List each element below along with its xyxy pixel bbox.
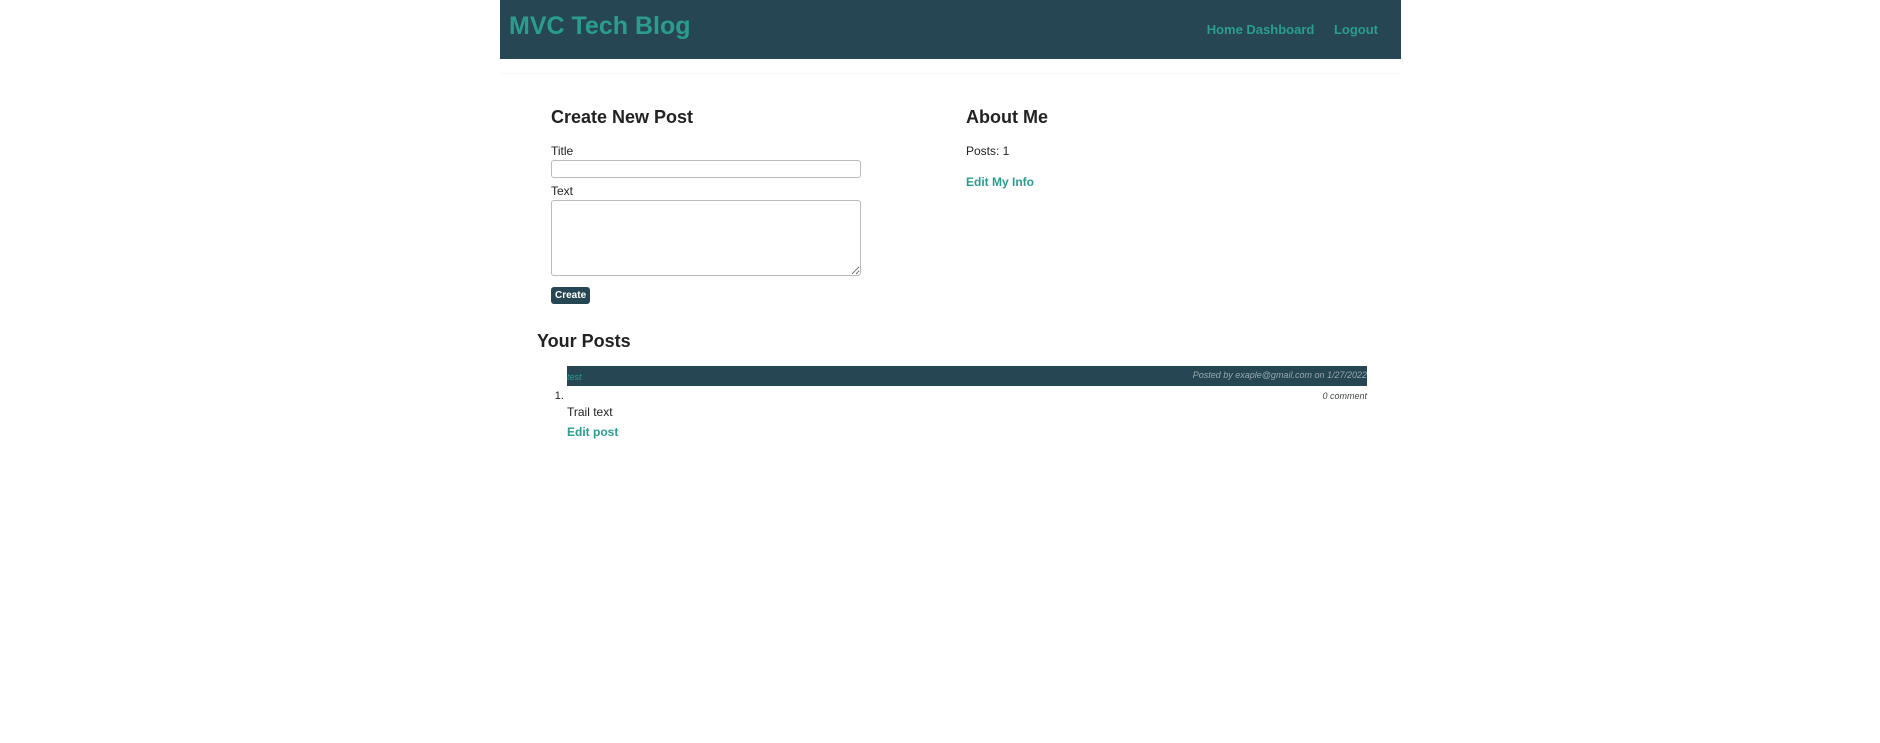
posts-list: test Posted by exaple@gmail.com on 1/27/…	[537, 366, 1367, 439]
site-title-link[interactable]: MVC Tech Blog	[509, 14, 690, 39]
create-button[interactable]: Create	[551, 287, 591, 304]
post-item: test Posted by exaple@gmail.com on 1/27/…	[567, 366, 1367, 439]
your-posts-heading: Your Posts	[537, 331, 631, 351]
about-me-heading: About Me	[966, 107, 1048, 127]
divider	[500, 73, 1401, 74]
post-body: Trail text	[567, 405, 613, 419]
top-navbar: MVC Tech Blog Home Dashboard Logout	[500, 0, 1401, 59]
post-comment-count: 0 comment	[1322, 391, 1367, 401]
logout-link[interactable]: Logout	[1334, 22, 1378, 37]
edit-my-info-link[interactable]: Edit My Info	[966, 175, 1034, 189]
about-me-panel: About Me Posts: 1 Edit My Info	[966, 107, 1266, 191]
title-input[interactable]	[551, 160, 861, 178]
post-title-link[interactable]: test	[567, 372, 582, 382]
page-container: MVC Tech Blog Home Dashboard Logout Crea…	[500, 0, 1401, 439]
nav-links: Home Dashboard Logout	[1191, 22, 1378, 37]
create-post-heading: Create New Post	[551, 107, 694, 127]
post-meta: Posted by exaple@gmail.com on 1/27/2022	[1192, 370, 1367, 380]
home-dashboard-link[interactable]: Home Dashboard	[1207, 22, 1315, 37]
title-label: Title	[551, 144, 574, 158]
your-posts-section: Your Posts test Posted by exaple@gmail.c…	[537, 331, 1367, 439]
edit-post-link[interactable]: Edit post	[567, 425, 618, 439]
create-post-panel: Create New Post Title Text Create	[551, 107, 861, 304]
text-label: Text	[551, 184, 574, 198]
posts-count: Posts: 1	[966, 144, 1010, 158]
post-header: test Posted by exaple@gmail.com on 1/27/…	[567, 366, 1367, 386]
text-textarea[interactable]	[551, 200, 861, 276]
